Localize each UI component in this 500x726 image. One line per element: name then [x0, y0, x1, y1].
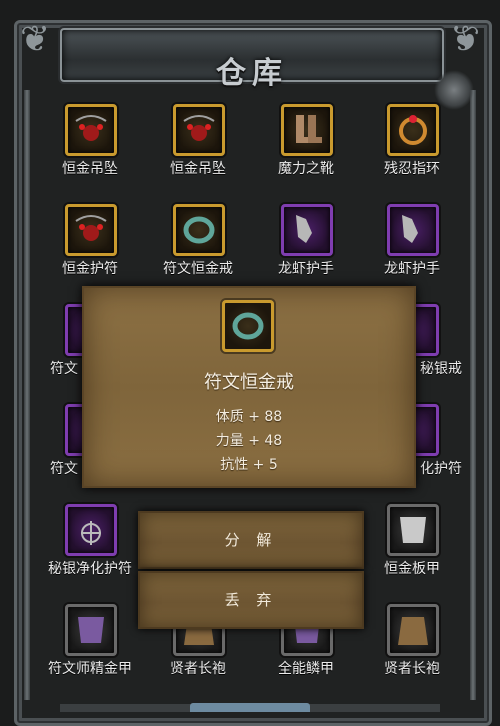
- item-tooltip: 符文恒金戒 体质 + 88 力量 + 48 抗性 + 5: [82, 286, 416, 488]
- gauntlet-icon: [387, 204, 439, 256]
- slot-label: 贤者长袍: [170, 661, 226, 677]
- slot-label: 全能鳞甲: [278, 661, 334, 677]
- slot-label: 龙虾护手: [384, 261, 440, 277]
- amulet-icon: [65, 204, 117, 256]
- stat-line: 体质 + 88: [215, 409, 283, 425]
- inventory-slot[interactable]: 恒金吊坠: [138, 104, 258, 204]
- armor-icon: [65, 604, 117, 656]
- slot-label: 符文师精金甲: [48, 661, 132, 677]
- left-ornament-icon: ❦: [20, 19, 51, 60]
- gauntlet-icon: [281, 204, 333, 256]
- inventory-slot[interactable]: 秘银净化护符: [30, 504, 150, 604]
- bottom-tab-button[interactable]: [190, 703, 310, 712]
- discard-button[interactable]: 丢 弃: [138, 571, 364, 629]
- slot-label: 符文恒金戒: [163, 261, 233, 277]
- slot-label: 贤者长袍: [384, 661, 440, 677]
- inventory-slot[interactable]: 恒金板甲: [352, 504, 472, 604]
- inventory-slot[interactable]: 恒金吊坠: [30, 104, 150, 204]
- slot-label: 恒金板甲: [384, 561, 440, 577]
- slot-label: 龙虾护手: [278, 261, 334, 277]
- title-banner: 仓库 ❦ ❦: [20, 16, 480, 91]
- robe-icon: [387, 604, 439, 656]
- window-title: 仓库: [216, 56, 288, 91]
- ring-icon: [222, 300, 274, 352]
- slot-label: 恒金吊坠: [170, 161, 226, 177]
- right-ornament-icon: ❦: [449, 19, 480, 60]
- slot-label: 魔力之靴: [278, 161, 334, 177]
- slot-label: 残忍指环: [384, 161, 440, 177]
- decompose-button[interactable]: 分 解: [138, 511, 364, 569]
- slot-label: 秘银净化护符: [48, 561, 132, 577]
- pendant-icon: [173, 104, 225, 156]
- inventory-slot[interactable]: 符文师精金甲: [30, 604, 150, 704]
- inventory-slot[interactable]: 魔力之靴: [246, 104, 366, 204]
- armor-icon: [387, 504, 439, 556]
- stat-line: 抗性 + 5: [220, 457, 278, 473]
- inventory-slot[interactable]: 贤者长袍: [352, 604, 472, 704]
- inventory-slot[interactable]: 残忍指环: [352, 104, 472, 204]
- item-name: 符文恒金戒: [204, 372, 294, 393]
- title-plate: 仓库: [60, 28, 444, 91]
- ring-icon: [173, 204, 225, 256]
- boots-icon: [281, 104, 333, 156]
- stat-line: 力量 + 48: [215, 433, 283, 449]
- amulet-icon: [65, 504, 117, 556]
- pendant-icon: [65, 104, 117, 156]
- slot-label: 恒金吊坠: [62, 161, 118, 177]
- ring-icon: [387, 104, 439, 156]
- slot-label: 恒金护符: [62, 261, 118, 277]
